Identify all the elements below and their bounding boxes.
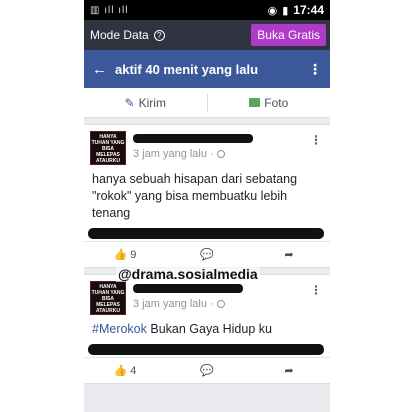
comment-icon: 💬 [200,365,214,377]
photo-icon [249,98,261,107]
top-nav: ← aktif 40 menit yang lalu ⋮ [84,50,330,88]
avatar[interactable]: HANYA TUHAN YANG BISA MELEPAS ATAURKU PE… [90,131,126,165]
post-text-line: Bukan Gaya Hidup ku [146,322,272,336]
like-count: 9 [130,248,137,261]
globe-icon [216,300,225,308]
feed-post: HANYA TUHAN YANG BISA MELEPAS ATAURKU PE… [84,124,330,268]
post-text: hanya sebuah hisapan dari sebatang "roko… [84,165,330,226]
feed-post: HANYA TUHAN YANG BISA MELEPAS ATAURKU PE… [84,274,330,384]
post-text-line: tenang [92,206,131,220]
kirim-label: Kirim [138,95,166,110]
share-icon: ➦ [284,365,294,377]
phone-screen: ▥ ıll ıll ◉ ▮ 17:44 Mode Data ? Buka Gra… [84,0,330,412]
globe-icon [216,150,225,158]
share-button[interactable]: ➦ [248,364,330,377]
composer-bar: ✎ Kirim Foto [84,88,330,118]
post-menu-icon[interactable]: ⋮ [310,133,322,147]
post-text-line: hanya sebuah hisapan dari sebatang [92,172,298,186]
hashtag-link[interactable]: #Merokok [92,322,147,336]
like-button[interactable]: 👍 4 [84,364,166,378]
watermark: @drama.sosialmedia [116,266,260,282]
comment-button[interactable]: 💬 [166,364,248,377]
post-actions: 👍 4 💬 ➦ [84,357,330,383]
avatar[interactable]: HANYA TUHAN YANG BISA MELEPAS ATAURKU PE… [90,281,126,315]
edit-icon: ✎ [124,95,135,110]
data-mode-bar: Mode Data ? Buka Gratis [84,20,330,50]
post-time: 3 jam yang lalu · [133,298,214,310]
post-time: 3 jam yang lalu · [133,148,214,160]
kirim-button[interactable]: ✎ Kirim [84,96,207,110]
share-button[interactable]: ➦ [248,248,330,261]
share-icon: ➦ [284,249,294,261]
comment-button[interactable]: 💬 [166,248,248,261]
more-menu-icon[interactable]: ⋮ [308,61,322,78]
like-button[interactable]: 👍 9 [84,248,166,262]
status-bar: ▥ ıll ıll ◉ ▮ 17:44 [84,0,330,20]
redacted-author-name [133,134,253,143]
post-actions: 👍 9 💬 ➦ [84,241,330,267]
help-icon[interactable]: ? [153,29,165,41]
back-arrow-icon[interactable]: ← [92,61,107,78]
thumbs-up-icon: 👍 [113,365,128,377]
data-mode-label: Mode Data [90,28,149,42]
post-menu-icon[interactable]: ⋮ [310,283,322,297]
redacted-author-name [133,284,243,293]
redacted-tagged-names [88,228,324,239]
foto-label: Foto [264,95,289,110]
redacted-tagged-names [88,344,324,355]
wifi-icon: ◉ [267,4,278,17]
signal-icon: ▥ ıll ıll [90,4,129,16]
buka-gratis-button[interactable]: Buka Gratis [251,24,326,46]
battery-icon: ▮ [282,4,289,17]
post-text-line: "rokok" yang bisa membuatku lebih [92,189,288,203]
like-count: 4 [130,364,137,377]
comment-icon: 💬 [200,249,214,261]
post-text: #Merokok Bukan Gaya Hidup ku [84,315,330,342]
page-title: aktif 40 menit yang lalu [115,61,259,77]
thumbs-up-icon: 👍 [113,249,128,261]
clock: 17:44 [293,3,324,17]
foto-button[interactable]: Foto [208,96,331,110]
